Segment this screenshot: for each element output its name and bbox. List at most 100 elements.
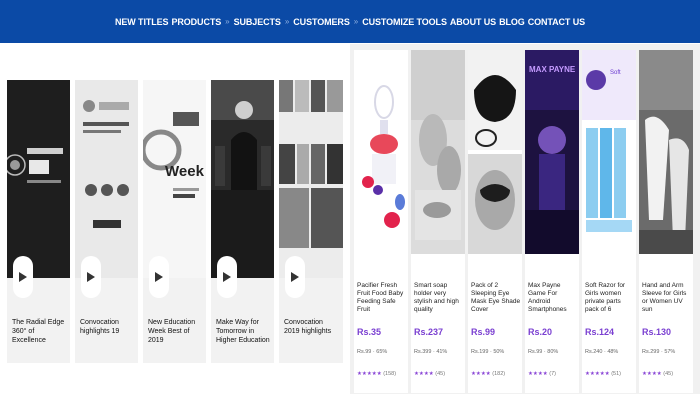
video-thumbnail: [75, 80, 138, 278]
product-name[interactable]: Soft Razor for Girls women private parts…: [585, 282, 635, 314]
product-price: Rs.35: [357, 327, 382, 337]
play-button[interactable]: [81, 256, 101, 298]
video-title[interactable]: Make Way for Tomorrow in Higher Educatio…: [216, 318, 270, 345]
video-thumbnail-art: [211, 80, 274, 278]
svg-text:MAX PAYNE: MAX PAYNE: [529, 65, 576, 74]
pacifier-feeder-image: [354, 50, 408, 254]
nav-item-blog[interactable]: BLOG: [499, 17, 525, 27]
product-image[interactable]: MAX PAYNE: [525, 50, 579, 254]
video-title[interactable]: The Radial Edge 360° of Excellence: [12, 318, 66, 345]
nav-item-customers[interactable]: CUSTOMERS: [293, 17, 350, 27]
nav-item-new-titles[interactable]: NEW TITLES: [115, 17, 169, 27]
svg-text:Soft: Soft: [610, 70, 621, 76]
video-card[interactable]: Convocation 2019 highlights: [279, 80, 343, 363]
product-card[interactable]: Hand and Arm Sleeve for Girls or Women U…: [639, 50, 693, 393]
play-icon: [223, 272, 231, 282]
video-thumbnail-art: [7, 80, 70, 278]
video-card[interactable]: Convocation highlights 19: [75, 80, 138, 363]
product-card[interactable]: Pack of 2 Sleeping Eye Mask Eye Shade Co…: [468, 50, 522, 393]
product-name[interactable]: Max Payne Game For Android Smartphones: [528, 282, 578, 314]
product-mrp-discount: Rs.99 · 80%: [528, 349, 559, 355]
rating-count: (45): [663, 371, 674, 377]
svg-text:Week: Week: [165, 163, 205, 180]
rating-count: (182): [492, 371, 506, 377]
product-image[interactable]: [411, 50, 465, 254]
product-price: Rs.237: [414, 327, 444, 337]
product-price: Rs.130: [642, 327, 672, 337]
video-thumbnail: Week: [143, 80, 206, 278]
product-rating: ★★★★ (45): [642, 371, 673, 377]
eye-mask-image: [468, 50, 522, 254]
play-icon: [19, 272, 27, 282]
product-carousel: Pacifier Fresh Fruit Food Baby Feeding S…: [350, 44, 700, 394]
product-mrp-discount: Rs.199 · 50%: [471, 349, 505, 355]
product-price: Rs.124: [585, 327, 615, 337]
play-button[interactable]: [217, 256, 237, 298]
video-card[interactable]: Week New Education Week Best of 2019: [143, 80, 206, 363]
play-icon: [155, 272, 163, 282]
video-title[interactable]: Convocation 2019 highlights: [284, 318, 339, 336]
nav-item-about-us[interactable]: ABOUT US: [450, 17, 496, 27]
soap-holder-image: [411, 50, 465, 254]
product-mrp-discount: Rs.240 · 48%: [585, 349, 619, 355]
product-rating: ★★★★ (182): [471, 371, 505, 377]
product-rating: ★★★★★ (158): [357, 371, 396, 377]
rating-stars-icon: ★★★★: [642, 371, 662, 377]
rating-stars-icon: ★★★★: [414, 371, 434, 377]
video-thumbnail: [7, 80, 70, 278]
video-title[interactable]: Convocation highlights 19: [80, 318, 134, 336]
rating-count: (51): [611, 371, 621, 377]
product-rating: ★★★★ (7): [528, 371, 556, 377]
nav-item-customize-tools[interactable]: CUSTOMIZE TOOLS: [362, 17, 447, 27]
product-card[interactable]: MAX PAYNE Max Payne Game For Android Sma…: [525, 50, 579, 393]
rating-stars-icon: ★★★★: [471, 371, 491, 377]
product-rating: ★★★★★ (51): [585, 371, 621, 377]
max-payne-game-image: MAX PAYNE: [525, 50, 579, 254]
arm-sleeve-image: [639, 50, 693, 254]
video-thumbnail-art: [279, 80, 343, 278]
video-card[interactable]: Make Way for Tomorrow in Higher Educatio…: [211, 80, 274, 363]
product-mrp-discount: Rs.299 · 57%: [642, 349, 676, 355]
rating-stars-icon: ★★★★★: [357, 371, 382, 377]
nav-menu: NEW TITLES PRODUCTS » SUBJECTS » CUSTOME…: [115, 17, 585, 27]
play-button[interactable]: [285, 256, 305, 298]
nav-separator: »: [284, 17, 290, 26]
nav-item-products[interactable]: PRODUCTS: [171, 17, 221, 27]
product-price: Rs.99: [471, 327, 496, 337]
video-card[interactable]: The Radial Edge 360° of Excellence: [7, 80, 70, 363]
product-image[interactable]: [468, 50, 522, 254]
play-button[interactable]: [13, 256, 33, 298]
product-name[interactable]: Smart soap holder very stylish and high …: [414, 282, 464, 314]
product-image[interactable]: [639, 50, 693, 254]
rating-count: (45): [435, 371, 446, 377]
video-thumbnail-art: Week: [143, 80, 206, 278]
product-name[interactable]: Pack of 2 Sleeping Eye Mask Eye Shade Co…: [471, 282, 521, 314]
product-mrp-discount: Rs.99 · 65%: [357, 349, 388, 355]
video-thumbnail-art: [75, 80, 138, 278]
product-price: Rs.20: [528, 327, 553, 337]
soft-razor-image: Soft: [582, 50, 636, 254]
play-button[interactable]: [149, 256, 169, 298]
product-card[interactable]: Pacifier Fresh Fruit Food Baby Feeding S…: [354, 50, 408, 393]
rating-count: (158): [383, 371, 397, 377]
nav-separator: »: [353, 17, 359, 26]
nav-separator: »: [225, 17, 230, 26]
video-carousel: The Radial Edge 360° of Excellence Convo…: [7, 80, 343, 363]
product-image[interactable]: [354, 50, 408, 254]
product-image[interactable]: Soft: [582, 50, 636, 254]
product-mrp-discount: Rs.399 · 41%: [414, 349, 448, 355]
product-card[interactable]: Smart soap holder very stylish and high …: [411, 50, 465, 393]
rating-count: (7): [549, 371, 556, 377]
product-card[interactable]: Soft Soft Razor for Girls women private …: [582, 50, 636, 393]
rating-stars-icon: ★★★★★: [585, 371, 610, 377]
top-navigation-bar: NEW TITLES PRODUCTS » SUBJECTS » CUSTOME…: [0, 0, 700, 43]
play-icon: [87, 272, 95, 282]
play-icon: [291, 272, 299, 282]
product-name[interactable]: Pacifier Fresh Fruit Food Baby Feeding S…: [357, 282, 407, 314]
nav-item-contact-us[interactable]: CONTACT US: [528, 17, 585, 27]
nav-item-subjects[interactable]: SUBJECTS: [234, 17, 281, 27]
video-title[interactable]: New Education Week Best of 2019: [148, 318, 202, 345]
video-thumbnail: [211, 80, 274, 278]
product-name[interactable]: Hand and Arm Sleeve for Girls or Women U…: [642, 282, 692, 314]
video-thumbnail: [279, 80, 343, 278]
